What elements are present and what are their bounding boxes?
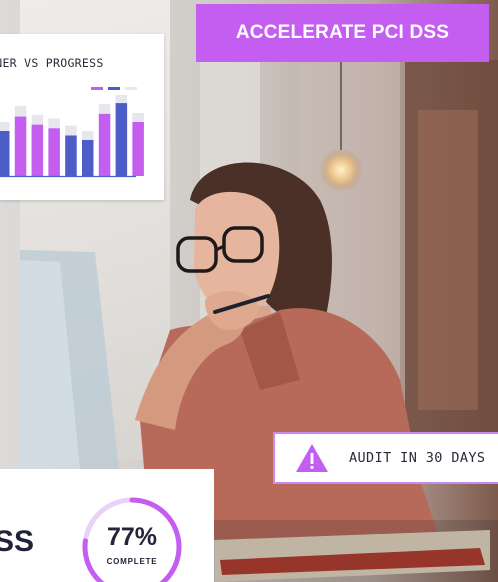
banner-label: ACCELERATE PCI DSS <box>235 22 450 43</box>
percent-complete: 77% <box>106 523 158 551</box>
bar-progress <box>31 124 44 176</box>
bar-progress <box>0 131 10 176</box>
complete-label: COMPLETE <box>106 557 158 566</box>
bar-progress <box>132 122 144 176</box>
progress-card: SS 77% COMPLETE <box>0 469 214 582</box>
legend-swatch <box>125 87 137 90</box>
progress-card-title: SS <box>0 525 35 558</box>
accelerate-banner[interactable]: ACCELERATE PCI DSS <box>196 4 489 62</box>
audit-callout: AUDIT IN 30 DAYS <box>273 432 498 484</box>
owner-progress-chart-card: WNER VS PROGRESS <box>0 34 164 200</box>
owner-progress-bar-chart <box>0 87 144 178</box>
warning-triangle-icon <box>296 444 328 472</box>
bar-progress <box>14 116 27 176</box>
legend-swatch <box>108 87 120 90</box>
legend-swatch <box>91 87 103 90</box>
audit-text: AUDIT IN 30 DAYS <box>349 450 486 466</box>
bar-progress <box>82 140 94 176</box>
completion-ring: 77% COMPLETE <box>80 495 184 582</box>
bar-progress <box>115 103 128 176</box>
bar-progress <box>65 135 77 176</box>
bar-progress <box>48 128 60 176</box>
bar-progress <box>98 113 111 176</box>
